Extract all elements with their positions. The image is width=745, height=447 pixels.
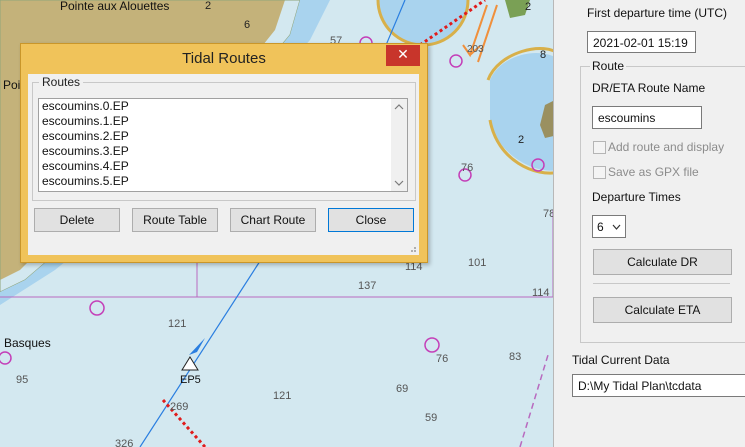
scroll-down-icon[interactable] — [394, 180, 404, 186]
waypoint-label: EP5 — [180, 374, 201, 386]
depth-sounding: 2 — [525, 1, 531, 13]
resize-grip-icon[interactable] — [407, 243, 417, 253]
scroll-up-icon[interactable] — [394, 104, 404, 110]
depth-sounding: 326 — [115, 438, 133, 447]
depth-sounding: 121 — [168, 318, 186, 330]
route-list-item[interactable]: escoumins.0.EP — [39, 99, 407, 114]
place-name-poi: Poi — [3, 78, 20, 92]
tidal-current-path-input[interactable]: D:\My Tidal Plan\tcdata — [572, 374, 745, 397]
depth-sounding: 76 — [436, 353, 448, 365]
save-gpx-label: Save as GPX file — [608, 165, 699, 179]
departure-times-label: Departure Times — [592, 190, 681, 204]
depth-sounding: 121 — [273, 390, 291, 402]
depth-sounding: 269 — [170, 401, 188, 413]
route-list-item[interactable]: escoumins.3.EP — [39, 144, 407, 159]
place-name-basques: Basques — [4, 336, 51, 350]
routes-listbox[interactable]: escoumins.0.EP escoumins.1.EP escoumins.… — [38, 98, 408, 192]
departure-times-select[interactable]: 6 — [592, 215, 626, 238]
route-table-button[interactable]: Route Table — [132, 208, 218, 232]
place-name-pointe-aux-alouettes: Pointe aux Alouettes — [60, 0, 169, 13]
tidal-plan-panel: First departure time (UTC) 2021-02-01 15… — [553, 0, 745, 447]
departure-times-value: 6 — [597, 220, 604, 234]
route-list-item[interactable]: escoumins.2.EP — [39, 129, 407, 144]
depth-sounding: 2 — [205, 0, 211, 12]
first-departure-input[interactable]: 2021-02-01 15:19 — [587, 31, 696, 53]
close-button[interactable]: Close — [328, 208, 414, 232]
depth-sounding: 6 — [244, 19, 250, 31]
add-route-checkbox[interactable] — [593, 141, 606, 154]
route-list-item[interactable]: escoumins.5.EP — [39, 174, 407, 189]
save-gpx-checkbox[interactable] — [593, 166, 606, 179]
route-name-label: DR/ETA Route Name — [592, 81, 706, 95]
depth-sounding: 69 — [396, 383, 408, 395]
depth-sounding: 101 — [468, 257, 486, 269]
route-name-input[interactable]: escoumins — [592, 106, 702, 129]
depth-sounding: 114 — [532, 287, 550, 299]
depth-sounding: 2 — [518, 134, 524, 146]
depth-sounding: 8 — [540, 49, 546, 61]
chevron-down-icon — [612, 224, 621, 230]
tidal-current-label: Tidal Current Data — [572, 353, 670, 367]
routes-group: Routes escoumins.0.EP escoumins.1.EP esc… — [32, 75, 416, 201]
dialog-body: Routes escoumins.0.EP escoumins.1.EP esc… — [28, 74, 419, 255]
depth-sounding: 95 — [16, 374, 28, 386]
routes-scrollbar[interactable] — [391, 99, 407, 191]
delete-button[interactable]: Delete — [34, 208, 120, 232]
depth-sounding: 59 — [425, 412, 437, 424]
depth-sounding: 203 — [467, 44, 484, 55]
tidal-routes-dialog: Tidal Routes ✕ Routes escoumins.0.EP esc… — [20, 43, 428, 263]
depth-sounding: 137 — [358, 280, 376, 292]
add-route-label: Add route and display — [608, 140, 725, 154]
panel-divider — [593, 283, 730, 284]
route-group-label: Route — [590, 59, 627, 73]
route-list-item[interactable]: escoumins.1.EP — [39, 114, 407, 129]
route-list-item[interactable]: escoumins.4.EP — [39, 159, 407, 174]
calculate-dr-button[interactable]: Calculate DR — [593, 249, 732, 275]
dialog-title[interactable]: Tidal Routes — [21, 44, 427, 74]
depth-sounding: 83 — [509, 351, 521, 363]
chart-route-button[interactable]: Chart Route — [230, 208, 316, 232]
first-departure-label: First departure time (UTC) — [587, 6, 728, 20]
routes-group-label: Routes — [39, 75, 84, 89]
depth-sounding: 76 — [461, 162, 473, 174]
calculate-eta-button[interactable]: Calculate ETA — [593, 297, 732, 323]
dialog-close-icon[interactable]: ✕ — [386, 45, 420, 66]
